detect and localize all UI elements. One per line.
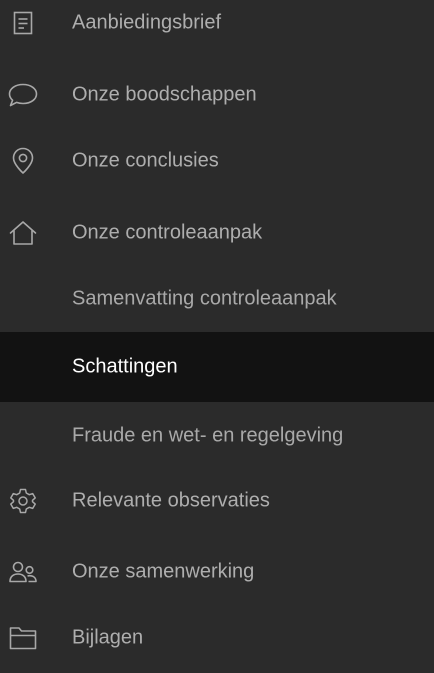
nav-item-label: Onze boodschappen xyxy=(72,83,257,106)
nav-item-relevante-observaties[interactable]: Relevante observaties xyxy=(0,466,434,536)
home-icon xyxy=(7,217,39,249)
nav-item-label: Fraude en wet- en regelgeving xyxy=(72,424,344,447)
nav-item-label: Onze controleaanpak xyxy=(72,221,263,244)
nav-item-onze-controleaanpak[interactable]: Onze controleaanpak xyxy=(0,198,434,268)
nav-subitem-schattingen[interactable]: Schattingen xyxy=(0,332,434,402)
nav-item-onze-boodschappen[interactable]: Onze boodschappen xyxy=(0,60,434,130)
folder-icon xyxy=(7,622,39,654)
nav-item-onze-conclusies[interactable]: Onze conclusies xyxy=(0,126,434,196)
nav-item-onze-samenwerking[interactable]: Onze samenwerking xyxy=(0,537,434,607)
nav-item-label: Relevante observaties xyxy=(72,489,270,512)
chat-bubble-icon xyxy=(7,79,39,111)
nav-item-label: Onze conclusies xyxy=(72,149,219,172)
document-icon xyxy=(7,7,39,39)
nav-item-aanbiedingsbrief[interactable]: Aanbiedingsbrief xyxy=(0,0,434,58)
nav-item-label: Onze samenwerking xyxy=(72,560,255,583)
nav-subitem-fraude-en-wet-en-regelgeving[interactable]: Fraude en wet- en regelgeving xyxy=(0,401,434,471)
location-pin-icon xyxy=(7,145,39,177)
nav-subitem-samenvatting-controleaanpak[interactable]: Samenvatting controleaanpak xyxy=(0,264,434,334)
nav-item-label: Schattingen xyxy=(72,355,178,378)
users-icon xyxy=(7,556,39,588)
nav-item-bijlagen[interactable]: Bijlagen xyxy=(0,603,434,673)
nav-item-label: Bijlagen xyxy=(72,626,144,649)
gear-icon xyxy=(7,485,39,517)
nav-item-label: Samenvatting controleaanpak xyxy=(72,287,337,310)
nav-item-label: Aanbiedingsbrief xyxy=(72,11,221,34)
